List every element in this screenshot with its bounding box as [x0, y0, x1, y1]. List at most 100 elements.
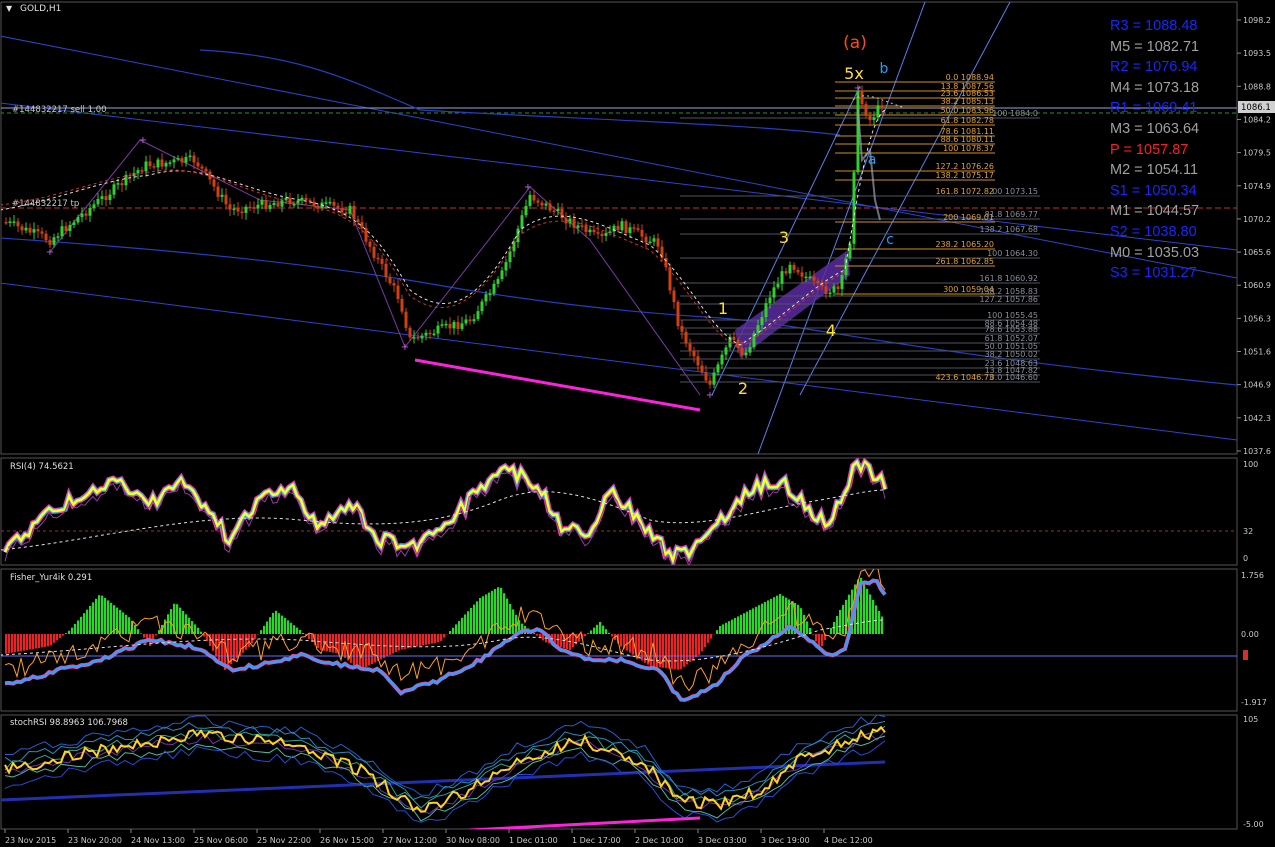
candle-body — [116, 183, 120, 185]
candle-body — [504, 262, 508, 271]
fisher-bar — [878, 610, 881, 634]
channel-lower-line — [1, 282, 1237, 441]
fisher-bar — [740, 614, 743, 634]
candle-body — [36, 229, 40, 232]
candle-body — [152, 166, 156, 168]
candle-body — [380, 258, 384, 264]
fisher-bar — [101, 595, 104, 634]
candle-body — [496, 279, 500, 284]
candle-body — [680, 325, 684, 332]
fisher-bar — [419, 634, 422, 646]
candle-body — [32, 229, 36, 233]
fisher-bar — [35, 634, 38, 649]
fisher-bar — [731, 619, 734, 634]
candle-body — [652, 238, 656, 242]
pivot-level: S3 = 1031.27 — [1110, 265, 1197, 282]
fisher-bar — [71, 627, 74, 634]
candle-body — [8, 221, 12, 223]
fisher-bar — [236, 634, 239, 659]
fisher-line-blue — [4, 579, 886, 702]
pivot-level: S1 = 1050.34 — [1110, 182, 1197, 199]
candle-body — [788, 264, 792, 274]
fisher-bar — [806, 621, 809, 634]
fisher-bar — [5, 634, 8, 654]
fisher-bar — [242, 634, 245, 653]
fisher-bar — [350, 634, 353, 663]
fisher-bar — [92, 602, 95, 634]
stoch-trend-line — [1, 760, 886, 802]
ma-red — [1, 169, 846, 349]
fisher-bar — [98, 595, 101, 634]
candle-body — [372, 246, 376, 258]
fib-label: 38.2 1085.13 — [941, 97, 994, 106]
candle-body — [72, 222, 76, 226]
fisher-bar — [11, 634, 14, 653]
fisher-bar — [755, 606, 758, 634]
candle-body — [432, 333, 436, 336]
candle-body — [236, 208, 240, 212]
candle-body — [4, 222, 8, 224]
fib-right-label: 81.8 1069.77 — [985, 210, 1038, 219]
fisher-bar — [326, 634, 329, 652]
fisher-bar — [566, 634, 569, 650]
candle-body — [180, 158, 184, 163]
chart-canvas[interactable]: + + + + + + #144832217 sell 1.00 #144832217 t… — [0, 0, 1275, 847]
candle-body — [480, 301, 484, 312]
fisher-bar — [302, 633, 305, 634]
fisher-bar — [140, 633, 143, 634]
time-axis[interactable]: 23 Nov 2015 23 Nov 20:00 24 Nov 13:00 25 No… — [4, 829, 873, 845]
pivot-level: S2 = 1038.80 — [1110, 223, 1197, 240]
fisher-bar — [641, 634, 644, 661]
candle-body — [348, 205, 352, 214]
candle-body — [60, 226, 64, 237]
time-tick-label: 2 Dec 10:00 — [635, 836, 684, 845]
divergence-line — [414, 358, 701, 412]
fisher-bar — [164, 619, 167, 634]
fisher-bar — [428, 634, 431, 645]
fisher-bar — [716, 630, 719, 634]
fisher-bar — [767, 600, 770, 634]
rsi-line-cyan — [3, 458, 887, 565]
candle-body — [392, 283, 396, 286]
pivot-levels-panel: R3 = 1088.48 M5 = 1082.71 R2 = 1076.94 M4 =… — [1110, 16, 1275, 284]
candle-body — [444, 323, 448, 326]
fisher-bar — [392, 634, 395, 654]
rsi-pane[interactable] — [0, 457, 1238, 566]
candle-body — [144, 161, 148, 172]
collapse-icon[interactable]: ▼ — [6, 4, 13, 13]
fib-label: 127.2 1076.26 — [935, 162, 994, 171]
candle-body — [692, 350, 696, 357]
candle-body — [824, 286, 828, 295]
pivot-level: M5 = 1082.71 — [1110, 38, 1200, 55]
fisher-bar — [689, 634, 692, 662]
candle-body — [584, 225, 588, 233]
candle-body — [832, 286, 836, 293]
fisher-bar — [728, 621, 731, 634]
candle-body — [656, 238, 660, 247]
candle-body — [164, 162, 168, 167]
fisher-bar — [464, 614, 467, 634]
main-drawing: + + + + + + — [1, 2, 1237, 454]
candle-body — [688, 343, 692, 351]
fib-label: 261.8 1062.85 — [935, 257, 994, 266]
fisher-bar — [494, 589, 497, 634]
candle-body — [28, 227, 32, 233]
fisher-bar — [329, 634, 332, 652]
candle-body — [712, 372, 716, 385]
fisher-bar — [425, 634, 428, 645]
candle-body — [52, 237, 56, 245]
price-tick-label: 1037.6 — [1243, 447, 1271, 456]
rsi-line-yellow — [3, 459, 887, 565]
candle-body — [40, 231, 44, 234]
wave-label-5x: 5x — [844, 64, 864, 83]
candle-body — [596, 232, 600, 234]
fisher-bar — [821, 634, 824, 646]
candle-body — [484, 294, 488, 302]
candle-body — [536, 200, 540, 203]
candle-body — [80, 213, 84, 218]
fisher-bar — [815, 634, 818, 642]
candle-body — [792, 264, 796, 270]
stoch-divergence — [469, 816, 701, 829]
fisher-bar — [722, 624, 725, 634]
fisher-bar — [284, 618, 287, 634]
